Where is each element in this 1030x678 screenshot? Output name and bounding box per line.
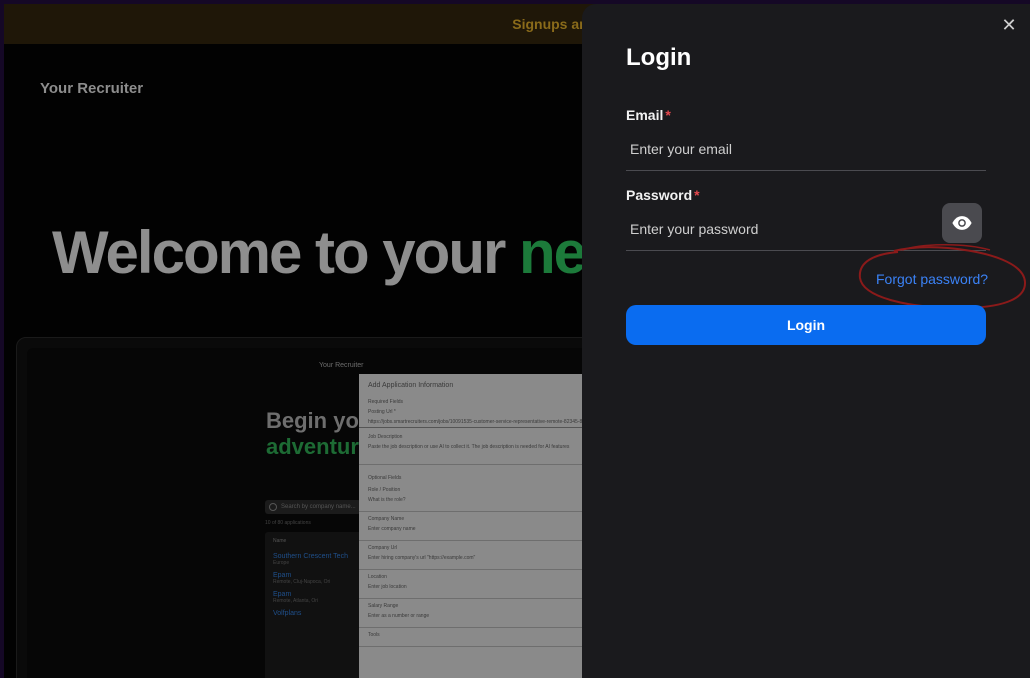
list-item: Epam Remote, Cluj-Napoca, Ori — [265, 569, 365, 588]
preview-title: Begin yo adventur — [266, 408, 359, 460]
eye-icon — [952, 216, 972, 230]
preview-field-hint: Enter company name — [368, 526, 416, 532]
required-marker: * — [665, 107, 671, 123]
list-item: Epam Remote, Atlanta, Ori — [265, 588, 365, 607]
required-marker: * — [694, 187, 700, 203]
preview-list: Name Southern Crescent Tech Europe Epam Re… — [265, 532, 365, 678]
preview-field-hint: Enter as a number or range — [368, 613, 430, 619]
preview-required-label: Required Fields — [368, 399, 404, 405]
preview-title-line2: adventur — [266, 434, 359, 459]
list-item-sub: Remote, Atlanta, Ori — [273, 598, 319, 604]
login-button[interactable]: Login — [626, 305, 986, 345]
preview-application-modal: Add Application Information Required Fie… — [359, 374, 599, 678]
hero-accent-text: ne — [518, 219, 587, 286]
preview-field: Company Url Enter hiring company's url "h… — [359, 541, 599, 570]
preview-title-line1: Begin yo — [266, 408, 359, 433]
preview-field: Tools — [359, 628, 599, 647]
close-icon[interactable]: ✕ — [1000, 16, 1018, 34]
password-field[interactable] — [626, 207, 986, 251]
preview-field: Role / Position What is the role? — [359, 483, 599, 512]
preview-posting-url-value: https://jobs.smartrecruiters.com/jobs/10… — [359, 417, 599, 428]
preview-posting-url-label: Posting Url * — [368, 409, 396, 415]
brand-logo-text[interactable]: Your Recruiter — [40, 80, 143, 97]
preview-job-desc-label: Job Description — [368, 434, 403, 440]
preview-list-header: Name — [273, 538, 287, 544]
preview-field-label: Company Url — [368, 545, 398, 551]
preview-field-label: Tools — [368, 632, 380, 638]
forgot-password-link[interactable]: Forgot password? — [876, 271, 988, 287]
email-label: Email * — [626, 107, 671, 123]
hero-heading: Welcome to your ne — [52, 218, 587, 287]
preview-field-hint: Enter job location — [368, 584, 407, 590]
preview-field-hint: What is the role? — [368, 497, 406, 503]
preview-field-label: Salary Range — [368, 603, 399, 609]
password-label: Password * — [626, 187, 700, 203]
preview-field-label: Company Name — [368, 516, 405, 522]
preview-field: Company Name Enter company name — [359, 512, 599, 541]
list-item-sub: Europe — [273, 560, 290, 566]
password-label-text: Password — [626, 187, 693, 203]
login-drawer: ✕ Login Email* Password* Forgot password… — [582, 4, 1030, 678]
preview-field: Salary Range Enter as a number or range — [359, 599, 599, 628]
preview-brand: Your Recruiter — [319, 362, 364, 369]
email-label-text: Email — [626, 107, 664, 123]
list-item: Southern Crescent Tech Europe — [265, 550, 365, 569]
hero-text: Welcome to your — [52, 219, 519, 286]
preview-field-hint: Enter hiring company's url "https://exam… — [368, 555, 476, 561]
preview-field-label: Location — [368, 574, 387, 580]
list-item-title: Southern Crescent Tech — [273, 553, 348, 560]
email-field[interactable] — [626, 127, 986, 171]
list-item-title: Epam — [273, 591, 292, 598]
preview-field: Location Enter job location — [359, 570, 599, 599]
preview-modal-title: Add Application Information — [368, 382, 454, 389]
preview-search: Search by company name... — [265, 500, 361, 514]
login-title: Login — [626, 44, 692, 71]
preview-field-label: Role / Position — [368, 487, 401, 493]
preview-count: 10 of 80 applications — [265, 520, 311, 526]
preview-job-desc-hint: Paste the job description or use AI to c… — [359, 442, 599, 465]
preview-optional-label: Optional Fields — [368, 475, 402, 481]
list-item-sub: Remote, Cluj-Napoca, Ori — [273, 579, 331, 585]
show-password-button[interactable] — [942, 203, 982, 243]
list-item: Volfplans — [265, 607, 365, 620]
list-item-title: Epam — [273, 572, 292, 579]
list-item-title: Volfplans — [273, 610, 302, 617]
